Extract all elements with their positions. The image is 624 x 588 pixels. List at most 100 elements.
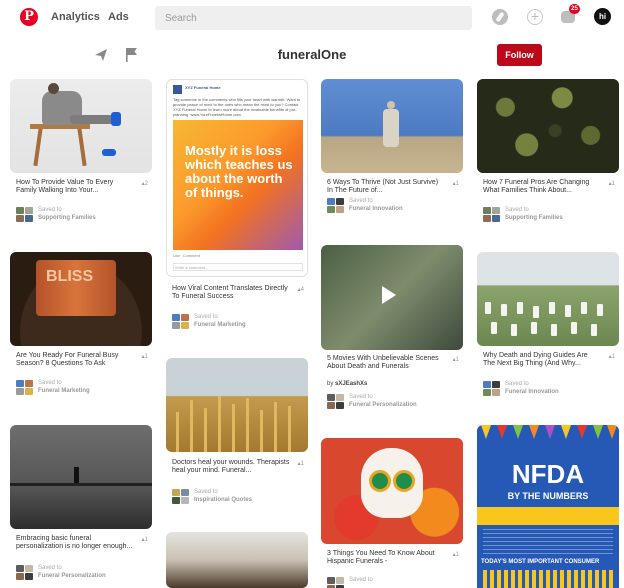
quote-graphic: Mostly it is loss which teaches us about… (173, 120, 303, 250)
page-logo-icon (173, 85, 182, 94)
pin-card[interactable]: How 7 Funeral Pros Are Changing What Fam… (477, 79, 619, 229)
pin-description[interactable]: Are You Ready For Funeral Busy Season? 8… (16, 352, 134, 368)
saved-to-label: Saved to (38, 380, 62, 386)
repin-count: 1 (609, 353, 615, 360)
pinterest-board-page: { "nav": { "logo": "P", "analytics": "An… (0, 0, 624, 588)
pin-card[interactable]: 3 Things You Need To Know About Hispanic… (321, 438, 463, 588)
pin-image-robot-blue-wall[interactable] (321, 79, 463, 173)
board-thumbnails (172, 489, 190, 505)
saved-to-label: Saved to (349, 198, 373, 204)
board-name[interactable]: Supporting Families (505, 214, 563, 222)
notification-badge: 25 (569, 4, 580, 14)
pinterest-logo-icon[interactable]: P (20, 8, 38, 26)
pin-card[interactable]: XYZ Funeral Home Tag someone in the comm… (166, 79, 308, 331)
saved-to-label: Saved to (505, 207, 529, 213)
board-name[interactable]: Inspirational Quotes (194, 496, 252, 504)
repin-count: 1 (453, 180, 459, 187)
post-text: Tag someone in the comments who fills yo… (173, 97, 301, 117)
compass-icon[interactable] (492, 9, 508, 25)
pin-card[interactable]: Doctors heal your wounds. Therapists hea… (166, 358, 308, 508)
pin-card[interactable]: NFDA BY THE NUMBERS TODAY'S MOST IMPORTA… (477, 425, 619, 588)
yellow-band (477, 507, 619, 525)
repin-count: 4 (298, 286, 304, 293)
author-name[interactable]: sXJEashXs (335, 381, 367, 387)
board-name[interactable]: Funeral Marketing (194, 321, 246, 329)
pin-description[interactable]: 3 Things You Need To Know About Hispanic… (327, 550, 445, 566)
post-actions: Like Comment (173, 253, 303, 258)
pin-card[interactable] (166, 532, 308, 588)
top-navigation-bar: P Analytics Ads Search + 25 hi (0, 0, 624, 36)
by-label: by (327, 381, 334, 387)
pin-description[interactable]: Doctors heal your wounds. Therapists hea… (172, 459, 290, 475)
board-name[interactable]: Funeral Marketing (38, 387, 90, 395)
analytics-link[interactable]: Analytics (51, 11, 100, 23)
pin-card[interactable]: Why Death and Dying Guides Are The Next … (477, 252, 619, 402)
board-thumbnails (483, 207, 501, 223)
pin-description[interactable]: How 7 Funeral Pros Are Changing What Fam… (483, 179, 601, 195)
board-thumbnails (16, 565, 34, 581)
board-name[interactable]: Supporting Families (38, 214, 96, 222)
saved-to-label: Saved to (349, 577, 373, 583)
board-thumbnails (16, 207, 34, 223)
infographic-headline: NFDA (511, 459, 585, 489)
pin-description[interactable]: Why Death and Dying Guides Are The Next … (483, 352, 601, 368)
repin-count: 1 (298, 460, 304, 467)
board-name[interactable]: Funeral Innovation (505, 388, 559, 396)
repin-count: 1 (142, 536, 148, 543)
saved-to-label: Saved to (194, 489, 218, 495)
play-icon[interactable] (382, 286, 396, 304)
bunting-decoration (481, 425, 617, 439)
like-label: Like (173, 253, 181, 258)
pin-card[interactable]: How To Provide Value To Every Family Wal… (10, 79, 152, 229)
pin-description[interactable]: How Viral Content Translates Directly To… (172, 285, 290, 301)
saved-to-label: Saved to (505, 381, 529, 387)
post-header: XYZ Funeral Home (173, 85, 301, 95)
board-thumbnails (483, 381, 501, 397)
saved-to-label: Saved to (38, 565, 62, 571)
board-name[interactable]: Funeral Innovation (349, 205, 403, 213)
pin-description[interactable]: 5 Movies With Unbelievable Scenes About … (327, 355, 445, 371)
repin-count: 1 (142, 353, 148, 360)
pin-image-wheat-field[interactable] (166, 358, 308, 452)
board-thumbnails (327, 577, 345, 588)
people-icons (483, 570, 613, 588)
pin-card[interactable]: 6 Ways To Thrive (Not Just Survive) In T… (321, 79, 463, 229)
board-thumbnails (172, 314, 190, 330)
infographic-caption: TODAY'S MOST IMPORTANT CONSUMER (481, 559, 600, 565)
board-thumbnails (16, 380, 34, 396)
comment-label: Comment (182, 253, 200, 258)
search-input[interactable]: Search (155, 6, 472, 30)
pin-card[interactable]: Embracing basic funeral personalization … (10, 425, 152, 588)
pin-image-man-chair[interactable] (10, 79, 152, 173)
pin-description[interactable]: How To Provide Value To Every Family Wal… (16, 179, 134, 195)
pin-image-sugar-skull[interactable] (321, 438, 463, 544)
repin-count: 1 (453, 356, 459, 363)
board-name[interactable]: Funeral Personalization (38, 572, 106, 580)
pin-image-pier[interactable] (10, 425, 152, 529)
saved-to-label: Saved to (38, 207, 62, 213)
quote-text: Mostly it is loss which teaches us about… (185, 143, 293, 200)
pin-image-coffee-can[interactable]: BLISS (10, 252, 152, 346)
pin-description[interactable]: Embracing basic funeral personalization … (16, 535, 134, 551)
repin-count: 1 (609, 180, 615, 187)
pin-image-nfda-infographic[interactable]: NFDA BY THE NUMBERS TODAY'S MOST IMPORTA… (477, 425, 619, 588)
pin-image-cemetery[interactable] (477, 252, 619, 346)
ads-link[interactable]: Ads (108, 11, 129, 23)
user-avatar[interactable]: hi (594, 8, 611, 25)
board-name[interactable]: Funeral Personalization (349, 401, 417, 409)
pin-video-thumbnail[interactable] (321, 245, 463, 350)
pin-image-people-beach[interactable] (166, 532, 308, 588)
saved-to-label: Saved to (194, 314, 218, 320)
follow-button[interactable]: Follow (497, 44, 542, 66)
pin-author[interactable]: by sXJEashXs (327, 381, 367, 387)
pin-image-facebook-post[interactable]: XYZ Funeral Home Tag someone in the comm… (166, 79, 308, 277)
board-thumbnails (327, 394, 345, 410)
board-thumbnails (327, 198, 345, 214)
pin-card[interactable]: BLISS Are You Ready For Funeral Busy Sea… (10, 252, 152, 402)
pin-description[interactable]: 6 Ways To Thrive (Not Just Survive) In T… (327, 179, 445, 195)
pin-image-green-leaves[interactable] (477, 79, 619, 173)
repin-count: 2 (142, 180, 148, 187)
pin-card[interactable]: 5 Movies With Unbelievable Scenes About … (321, 245, 463, 415)
repin-count: 1 (453, 551, 459, 558)
add-pin-plus-icon[interactable]: + (527, 9, 543, 25)
